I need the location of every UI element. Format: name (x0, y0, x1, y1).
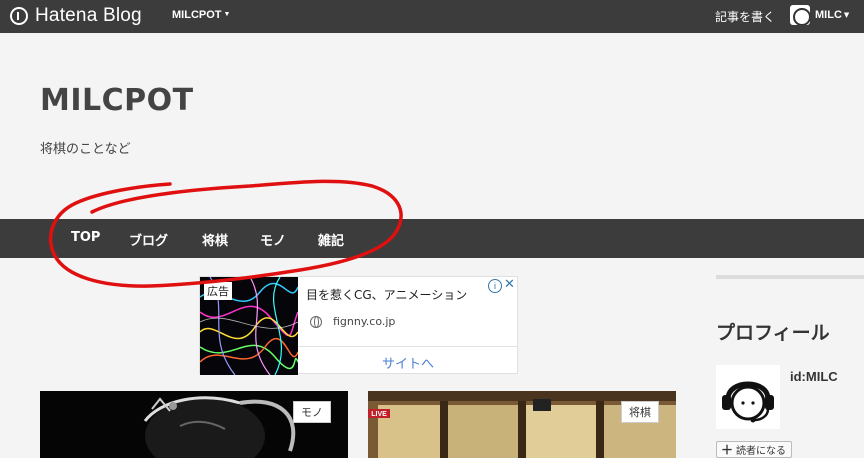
ad-image[interactable]: 広告 (200, 277, 298, 375)
user-avatar (790, 5, 810, 25)
live-badge: LIVE (371, 411, 387, 418)
profile-avatar[interactable] (716, 365, 780, 429)
hatena-topbar: Hatena Blog MILCPOT ▼ 記事を書く MILC ▼ (0, 0, 864, 33)
category-nav: TOP ブログ 将棋 モノ 雑記 (0, 219, 864, 258)
article-category-tag[interactable]: モノ (293, 401, 331, 423)
nav-item-blog[interactable]: ブログ (129, 230, 168, 249)
nav-item-top[interactable]: TOP (71, 230, 100, 245)
hatena-logo-icon (10, 7, 28, 25)
info-icon[interactable]: i (488, 279, 502, 293)
user-name: MILC (815, 9, 842, 21)
article-category-tag[interactable]: 将棋 (621, 401, 659, 423)
blog-switcher-label: MILCPOT (172, 9, 222, 21)
caret-down-icon: ▼ (223, 11, 231, 18)
blog-description: 将棋のことなど (40, 142, 131, 157)
plus-icon: ＋ (721, 443, 734, 457)
follow-label: 読者になる (736, 446, 787, 457)
nav-item-zakki[interactable]: 雑記 (318, 230, 344, 249)
follow-button[interactable]: ＋ 読者になる (716, 441, 792, 458)
article-card[interactable]: モノ (40, 391, 348, 458)
ad-domain[interactable]: fignny.co.jp (333, 315, 395, 328)
ad-banner[interactable]: 広告 目を惹くCG、アニメーション i ✕ fignny.co.jp サイトへ (199, 276, 518, 375)
article-card[interactable]: LIVE 将棋 (368, 391, 676, 458)
ad-visit-button[interactable]: サイトへ (298, 353, 518, 372)
hatena-blog-logo[interactable]: Hatena Blog (10, 5, 142, 27)
profile-heading: プロフィール (716, 322, 830, 344)
ad-divider (298, 346, 518, 347)
globe-icon (310, 316, 322, 328)
nav-item-mono[interactable]: モノ (260, 230, 286, 249)
ad-badge: 広告 (204, 282, 232, 300)
brand-name: Hatena Blog (35, 5, 142, 26)
profile-id-link[interactable]: id:MILC (790, 369, 838, 384)
close-icon[interactable]: ✕ (504, 277, 515, 292)
write-article-link[interactable]: 記事を書く (715, 8, 775, 25)
headset-avatar-icon (716, 365, 780, 429)
ad-title[interactable]: 目を惹くCG、アニメーション (306, 286, 467, 303)
blog-title[interactable]: MILCPOT (40, 83, 194, 118)
caret-down-icon: ▼ (843, 11, 850, 19)
sidebar-divider (716, 275, 864, 279)
nav-item-shogi[interactable]: 将棋 (202, 230, 228, 249)
blog-switcher-button[interactable]: MILCPOT ▼ (172, 9, 230, 21)
user-menu-button[interactable]: MILC ▼ (790, 5, 849, 25)
